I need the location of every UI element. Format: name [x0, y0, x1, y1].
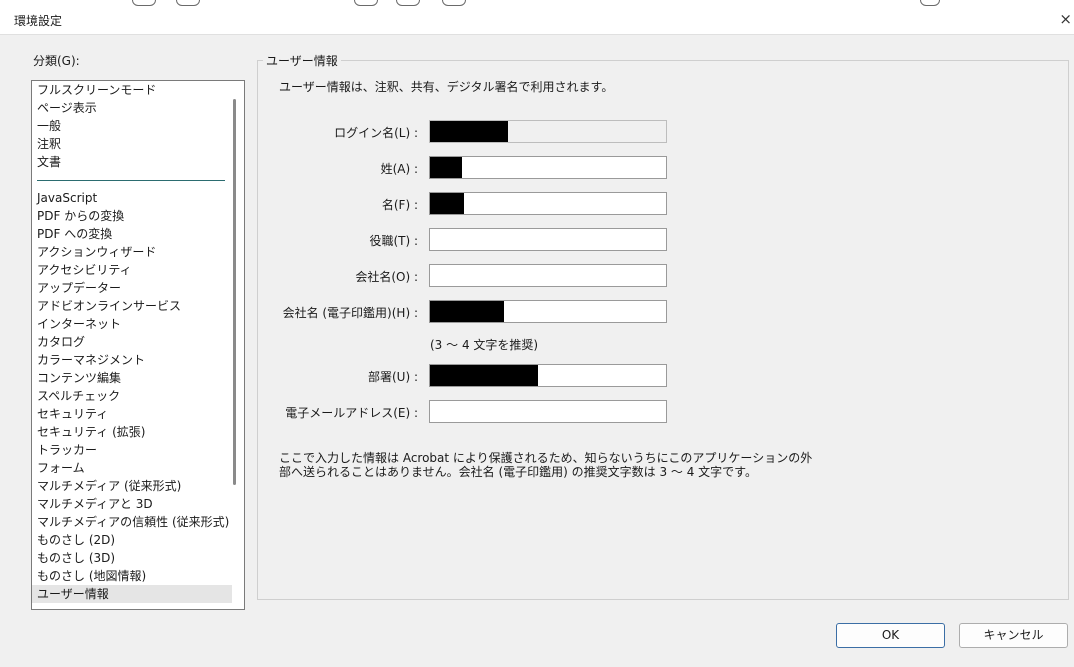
category-item-documents[interactable]: 文書 [37, 153, 61, 171]
category-item-updater[interactable]: アップデーター [37, 279, 121, 297]
company-seal-label: 会社名 (電子印鑑用)(H) : [282, 306, 418, 320]
dialog-title: 環境設定 [14, 14, 63, 28]
privacy-note: ここで入力した情報は Acrobat により保護されるため、知らないうちにこのア… [279, 451, 813, 479]
category-item-page-display[interactable]: ページ表示 [37, 99, 97, 117]
first-name-label: 名(F) : [381, 198, 418, 212]
category-item-action-wizard[interactable]: アクションウィザード [37, 243, 156, 261]
category-item-fullscreen[interactable]: フルスクリーンモード [37, 81, 156, 99]
email-label: 電子メールアドレス(E) : [285, 406, 418, 420]
company-seal-hint: (3 ～ 4 文字を推奨) [430, 338, 539, 352]
redaction-mark [430, 121, 508, 142]
category-item-multimedia-3d[interactable]: マルチメディアと 3D [37, 495, 153, 513]
category-item-security-enhanced[interactable]: セキュリティ (拡張) [37, 423, 145, 441]
category-item-convert-from-pdf[interactable]: PDF からの変換 [37, 207, 124, 225]
category-item-multimedia-trust[interactable]: マルチメディアの信頼性 (従来形式) [37, 513, 229, 531]
login-field [429, 120, 667, 143]
close-icon[interactable]: × [1059, 10, 1072, 28]
company-field[interactable] [429, 264, 667, 287]
ok-button[interactable]: OK [836, 623, 945, 648]
category-label: 分類(G): [33, 54, 80, 68]
job-title-field[interactable] [429, 228, 667, 251]
email-field[interactable] [429, 400, 667, 423]
company-label: 会社名(O) : [355, 270, 418, 284]
identity-group-title: ユーザー情報 [263, 52, 341, 69]
category-item-measuring-geo[interactable]: ものさし (地図情報) [37, 567, 146, 585]
identity-description: ユーザー情報は、注釈、共有、デジタル署名で利用されます。 [279, 80, 614, 94]
company-seal-field[interactable] [429, 300, 667, 323]
job-title-label: 役職(T) : [369, 234, 418, 248]
last-name-field[interactable] [429, 156, 667, 179]
department-field[interactable] [429, 364, 667, 387]
category-item-multimedia-legacy[interactable]: マルチメディア (従来形式) [37, 477, 181, 495]
redaction-mark [430, 301, 504, 322]
cancel-button[interactable]: キャンセル [959, 623, 1068, 648]
category-item-color-management[interactable]: カラーマネジメント [37, 351, 145, 369]
category-item-accessibility[interactable]: アクセシビリティ [37, 261, 132, 279]
category-item-identity[interactable]: ユーザー情報 [32, 585, 232, 603]
first-name-field[interactable] [429, 192, 667, 215]
redaction-mark [430, 193, 464, 214]
category-item-adobe-online-services[interactable]: アドビオンラインサービス [37, 297, 181, 315]
category-item-security[interactable]: セキュリティ [37, 405, 108, 423]
department-label: 部署(U) : [367, 370, 418, 384]
redaction-mark [430, 157, 462, 178]
category-item-forms[interactable]: フォーム [37, 459, 85, 477]
category-item-spelling[interactable]: スペルチェック [37, 387, 120, 405]
category-list[interactable]: フルスクリーンモード ページ表示 一般 注釈 文書 JavaScript PDF… [31, 80, 245, 610]
category-item-comments[interactable]: 注釈 [37, 135, 61, 153]
category-scrollbar[interactable] [233, 99, 236, 485]
category-item-internet[interactable]: インターネット [37, 315, 121, 333]
dialog-titlebar: 環境設定 × [0, 6, 1074, 35]
category-divider [37, 180, 225, 181]
category-item-javascript[interactable]: JavaScript [37, 189, 97, 207]
category-item-general[interactable]: 一般 [37, 117, 61, 135]
redaction-mark [430, 365, 538, 386]
category-item-catalog[interactable]: カタログ [37, 333, 85, 351]
last-name-label: 姓(A) : [380, 162, 418, 176]
category-item-content-editing[interactable]: コンテンツ編集 [37, 369, 121, 387]
category-item-tracker[interactable]: トラッカー [37, 441, 97, 459]
category-item-measuring-2d[interactable]: ものさし (2D) [37, 531, 115, 549]
category-item-convert-to-pdf[interactable]: PDF への変換 [37, 225, 112, 243]
category-item-measuring-3d[interactable]: ものさし (3D) [37, 549, 115, 567]
login-label: ログイン名(L) : [334, 126, 418, 140]
